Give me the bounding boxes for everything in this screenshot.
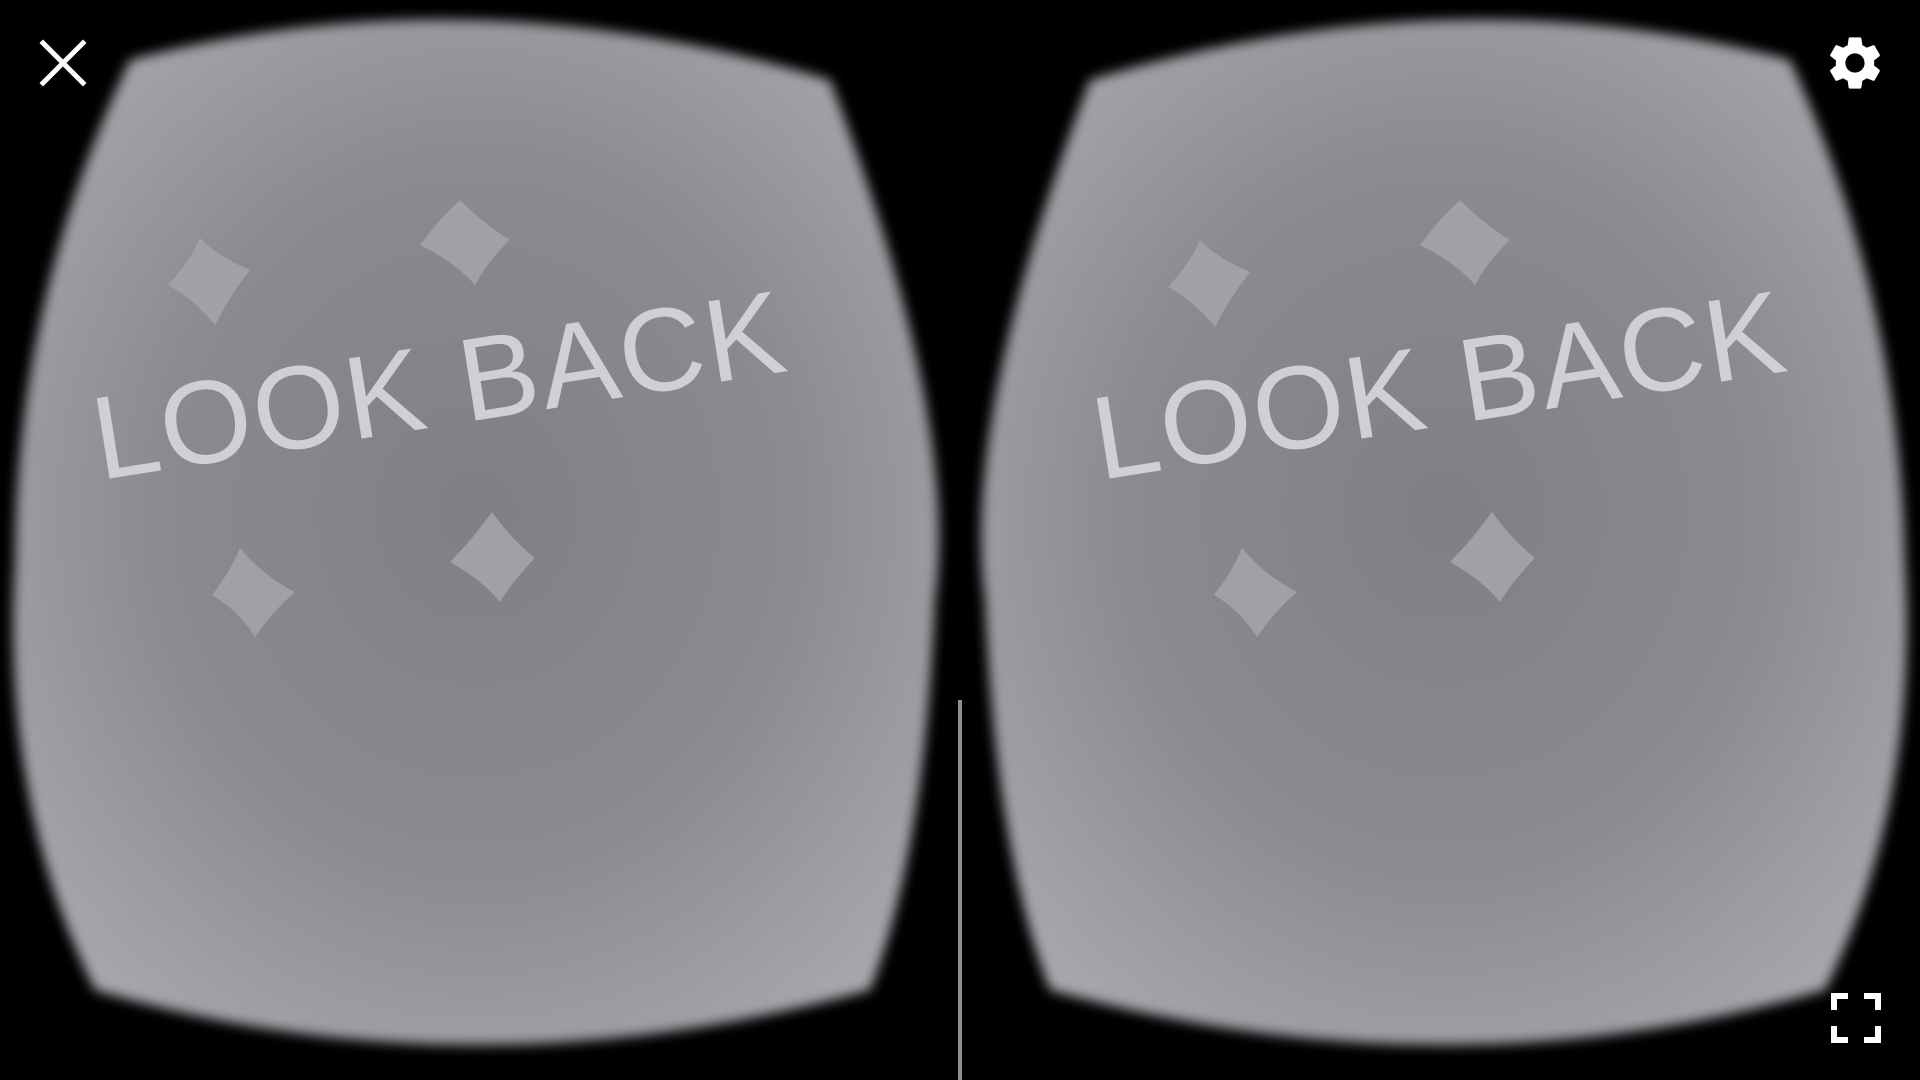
vr-stereo-viewer: LOOK BACK LOOK BACK (0, 0, 1920, 1080)
left-eye-scene: LOOK BACK (12, 19, 940, 1045)
left-eye-view: LOOK BACK (0, 0, 960, 1080)
close-button[interactable] (30, 30, 96, 96)
right-lens (980, 19, 1908, 1045)
gear-icon (1830, 37, 1880, 89)
left-lens (12, 19, 940, 1045)
fullscreen-icon (1831, 993, 1881, 1043)
close-icon (39, 39, 87, 87)
right-eye-scene: LOOK BACK (980, 19, 1908, 1045)
right-eye-view: LOOK BACK (960, 0, 1920, 1080)
settings-button[interactable] (1820, 28, 1890, 98)
center-divider (958, 700, 962, 1080)
fullscreen-button[interactable] (1820, 982, 1892, 1054)
